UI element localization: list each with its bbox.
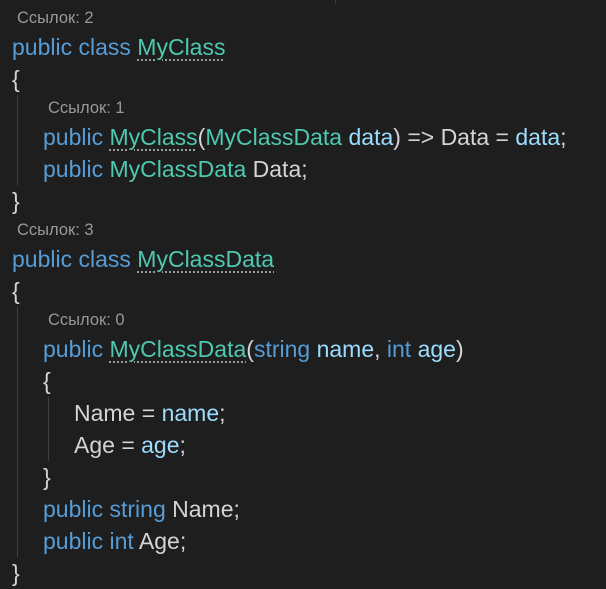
code-token: public	[12, 246, 73, 272]
code-token: ;	[219, 400, 226, 426]
code-token: Age;	[133, 528, 187, 554]
code-line: }	[12, 557, 20, 589]
indent-guide	[17, 307, 18, 557]
code-line: {	[43, 365, 51, 397]
code-token: public	[43, 336, 104, 362]
codelens-references: Ссылок: 0	[48, 311, 125, 329]
code-token: MyClass	[109, 124, 198, 150]
code-line: Name = name;	[74, 397, 226, 429]
code-token: MyClassData	[109, 336, 247, 362]
code-line: public MyClassData(string name, int age)	[43, 333, 464, 365]
code-line: public int Age;	[43, 525, 186, 557]
code-token: MyClass	[137, 34, 226, 60]
codelens-references: Ссылок: 1	[48, 99, 125, 117]
codelens-references: Ссылок: 2	[17, 9, 94, 27]
code-token: }	[12, 560, 20, 586]
code-token: ,	[374, 336, 387, 362]
code-line: {	[12, 275, 20, 307]
code-token: }	[12, 188, 20, 214]
code-token: {	[12, 278, 20, 304]
code-line: public string Name;	[43, 493, 240, 525]
code-line: public MyClass(MyClassData data) => Data…	[43, 121, 567, 153]
code-line: public class MyClass	[12, 31, 225, 63]
code-token: data	[348, 124, 394, 150]
code-token: public	[43, 528, 104, 554]
indent-guide	[48, 397, 49, 461]
code-token: age	[141, 432, 180, 458]
code-token: public	[43, 156, 104, 182]
code-token: {	[12, 66, 20, 92]
code-token: data	[515, 124, 561, 150]
code-line: {	[12, 63, 20, 95]
codelens-references: Ссылок: 3	[17, 221, 94, 239]
code-line: Age = age;	[74, 429, 186, 461]
code-token: }	[43, 464, 51, 490]
code-token: name	[316, 336, 375, 362]
code-token: )	[455, 336, 464, 362]
code-token: {	[43, 368, 51, 394]
code-token: ;	[560, 124, 567, 150]
code-token: int	[386, 336, 412, 362]
code-token: ;	[179, 432, 186, 458]
code-token: class	[78, 34, 131, 60]
code-token: Data;	[246, 156, 308, 182]
code-token: MyClassData	[205, 124, 343, 150]
code-token: public	[43, 124, 104, 150]
code-token: class	[78, 246, 131, 272]
code-line: public class MyClassData	[12, 243, 274, 275]
code-token: name	[161, 400, 220, 426]
code-token: string	[253, 336, 311, 362]
code-line: public MyClassData Data;	[43, 153, 308, 185]
code-token: (	[246, 336, 254, 362]
code-token: Name =	[74, 400, 162, 426]
editor-top-strip	[0, 0, 606, 4]
code-line: }	[43, 461, 51, 493]
tab-divider	[335, 0, 336, 4]
code-token: MyClassData	[109, 156, 247, 182]
indent-guide	[17, 95, 18, 185]
code-token: age	[417, 336, 456, 362]
code-token: string	[109, 496, 166, 522]
code-line: }	[12, 185, 20, 217]
code-token: int	[109, 528, 134, 554]
code-editor[interactable]: Ссылок: 2 public class MyClass { Ссылок: 1 p…	[0, 0, 606, 586]
code-token: MyClassData	[137, 246, 275, 272]
code-token: public	[12, 34, 73, 60]
code-token: ) => Data =	[393, 124, 516, 150]
code-token: Name;	[165, 496, 240, 522]
code-token: public	[43, 496, 104, 522]
code-token: Age =	[74, 432, 142, 458]
